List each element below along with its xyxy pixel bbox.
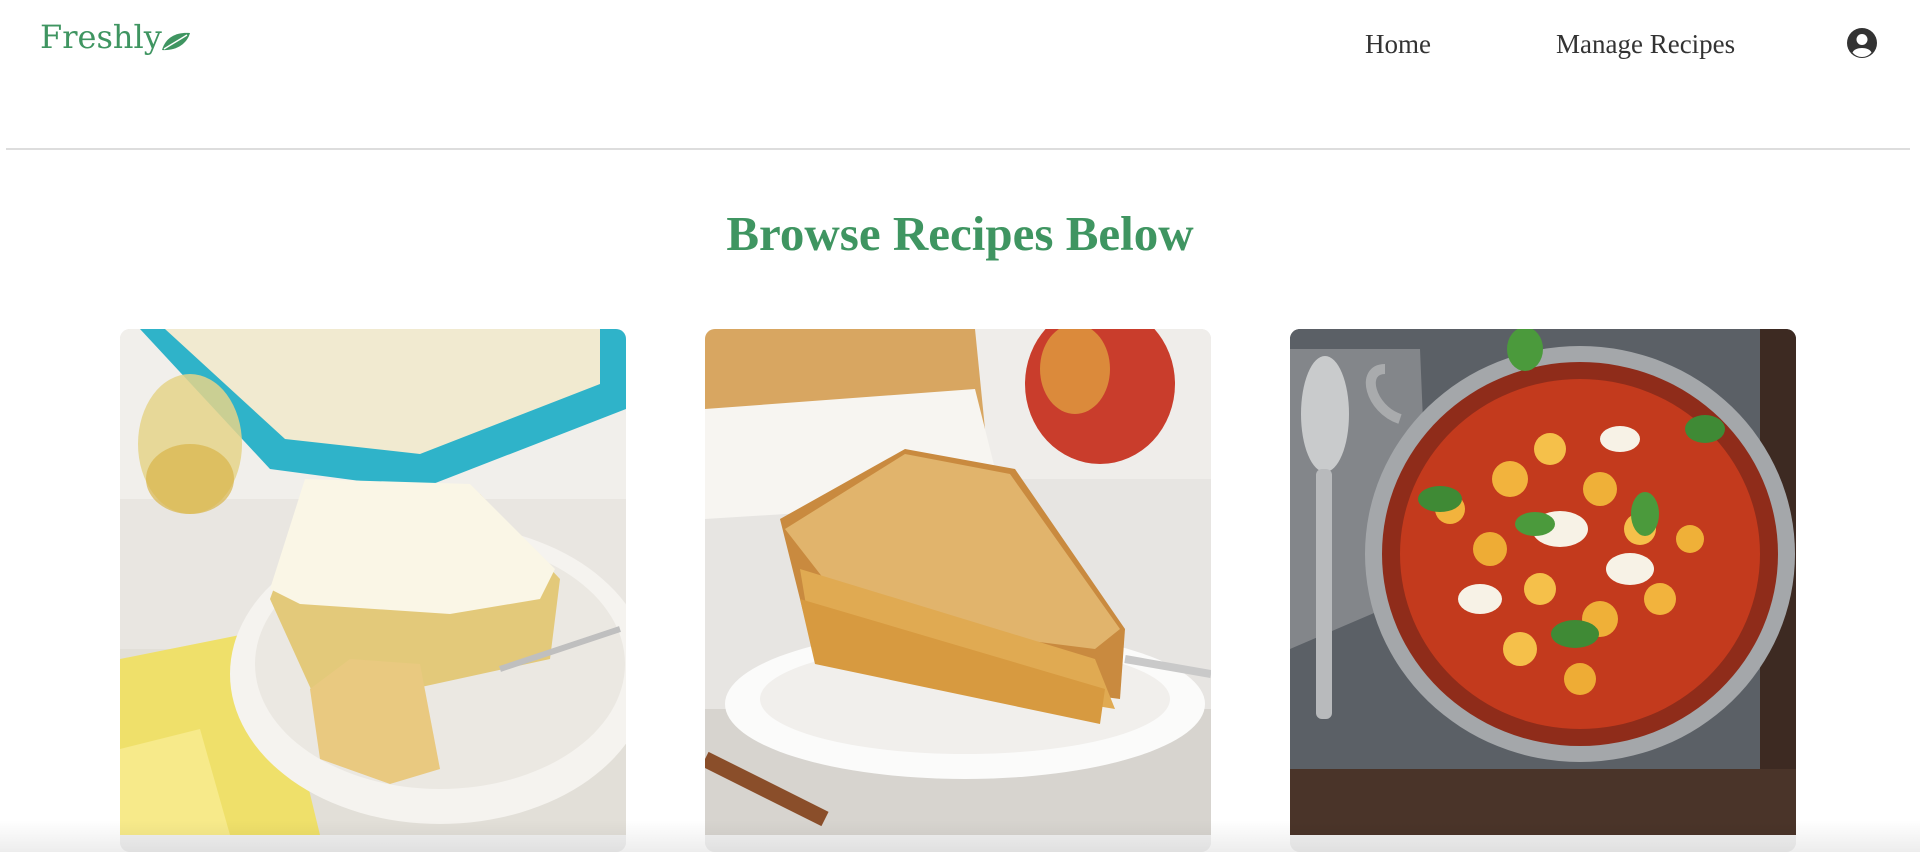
- header-divider: [6, 148, 1910, 150]
- nav-manage-recipes-link[interactable]: Manage Recipes: [1556, 29, 1735, 60]
- recipe-image-gnocchi[interactable]: [1290, 329, 1796, 835]
- recipe-card-footer: [705, 835, 1211, 852]
- recipe-image-apple-pie[interactable]: [705, 329, 1211, 835]
- account-circle-icon[interactable]: [1846, 27, 1878, 59]
- brand-logo[interactable]: Freshly: [40, 18, 192, 56]
- page-heading: Browse Recipes Below: [726, 206, 1194, 261]
- top-navbar: Freshly Home Manage Recipes: [0, 0, 1920, 148]
- recipe-card[interactable]: [120, 329, 626, 852]
- page: Freshly Home Manage Recipes Browse Recip…: [0, 0, 1920, 852]
- recipe-image-cake[interactable]: [120, 329, 626, 835]
- recipe-card-footer: [120, 835, 626, 852]
- recipe-card[interactable]: [705, 329, 1211, 852]
- leaf-icon: [161, 32, 190, 51]
- recipe-card[interactable]: [1290, 329, 1796, 852]
- recipe-card-footer: [1290, 835, 1796, 852]
- brand-name: Freshly: [40, 18, 162, 56]
- nav-home-link[interactable]: Home: [1365, 29, 1431, 60]
